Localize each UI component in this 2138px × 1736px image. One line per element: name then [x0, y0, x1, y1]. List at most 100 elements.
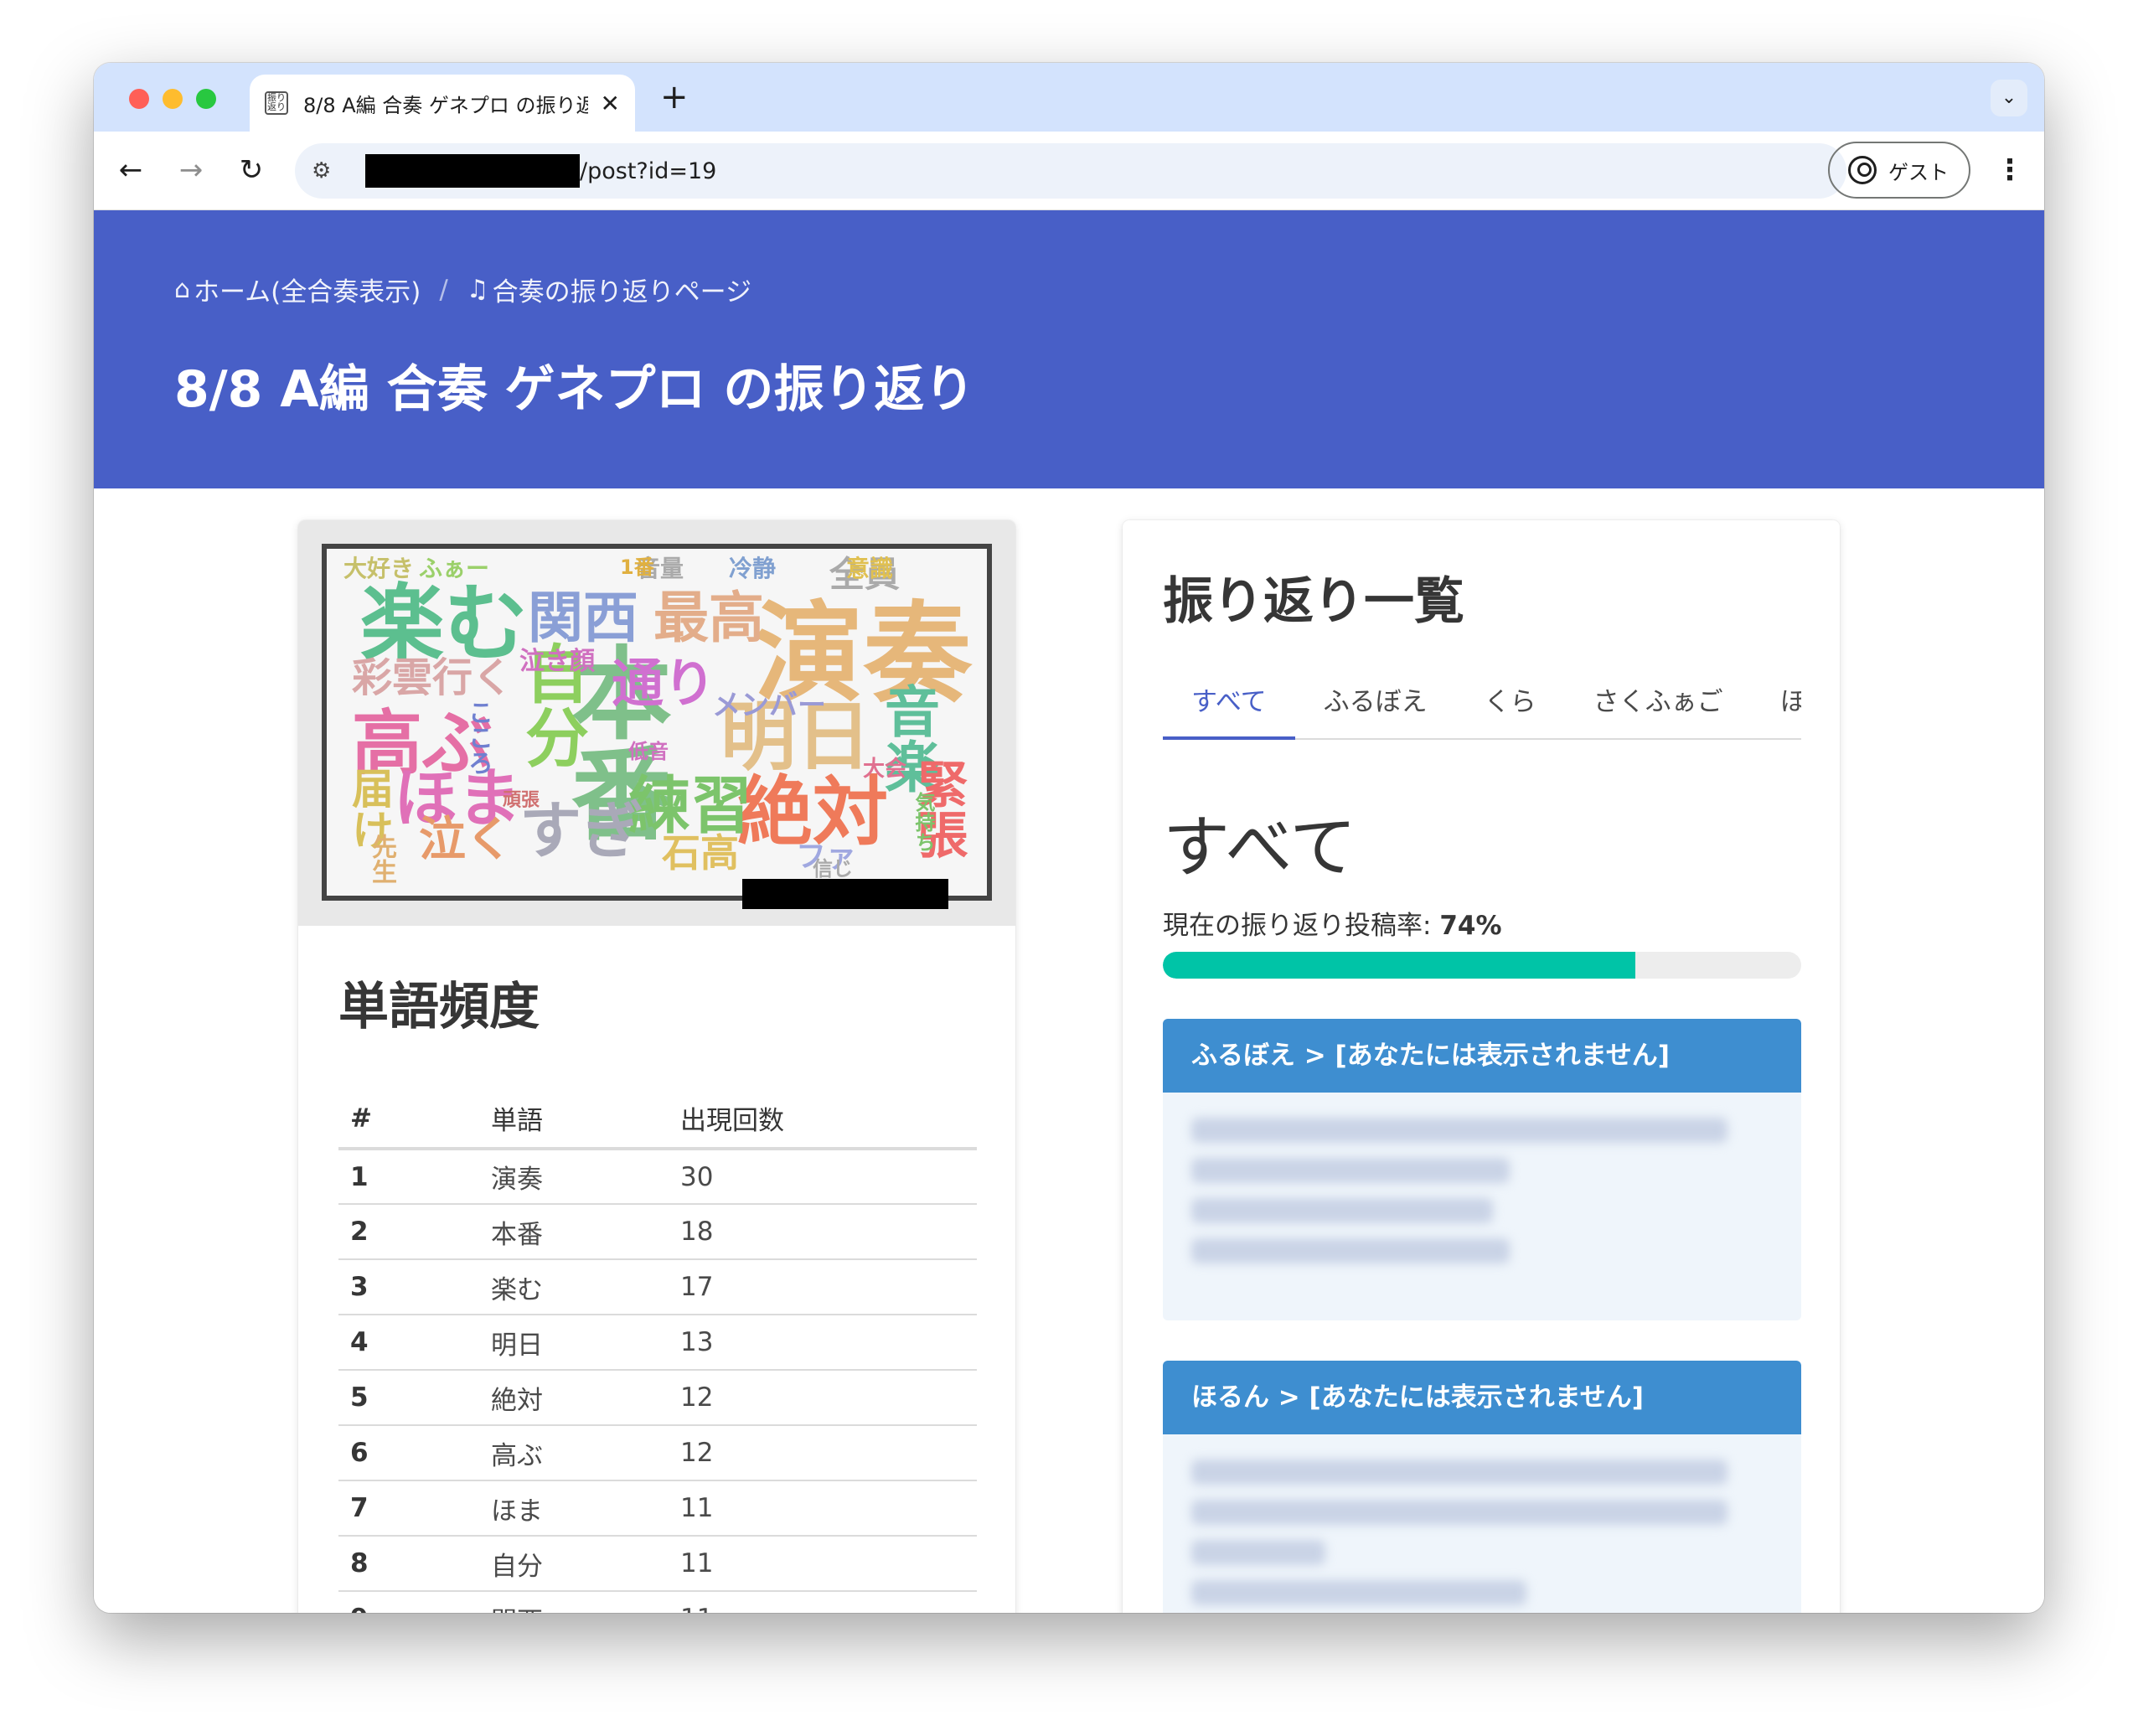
wordcloud-word: 泣く [419, 813, 513, 867]
table-header-row: # 単語 出現回数 [338, 1089, 977, 1150]
tab-close-icon[interactable]: ✕ [601, 90, 620, 117]
address-bar[interactable]: ⚙ /post?id=19 [295, 143, 1846, 199]
row-count: 11 [669, 1591, 977, 1613]
row-count: 30 [669, 1149, 977, 1205]
wordcloud-word: 1番 [620, 555, 654, 579]
profile-button[interactable]: ゲスト [1828, 142, 1970, 199]
row-rank: 8 [338, 1536, 479, 1592]
wordcloud-area: 演奏 本番 楽む 明日 絶対 高ぶ ほま 自分 関西 最高 音楽 練習 すぎ 通り 緊張 泣く 石高 彩雲行く 届け… [298, 520, 1015, 926]
row-word: 絶対 [479, 1370, 669, 1426]
blurred-text [1191, 1460, 1727, 1485]
reflections-card: 振り返り一覧 すべて ふるぼえ くら さくふぁご ほ すべて 現在の振り返り投稿… [1123, 520, 1840, 1613]
wordcloud-image: 演奏 本番 楽む 明日 絶対 高ぶ ほま 自分 関西 最高 音楽 練習 すぎ 通り 緊張 泣く 石高 彩雲行く 届け… [322, 544, 992, 901]
tab-strip: 振り返り 8/8 A編 合奏 ゲネプロ の振り返り ✕ + ⌄ [94, 63, 2044, 132]
table-row: 5 絶対 12 [338, 1370, 977, 1426]
minimize-window-button[interactable] [163, 89, 183, 109]
wordcloud-word: 低音 [628, 740, 669, 763]
site-settings-icon[interactable]: ⚙ [312, 158, 345, 183]
blurred-text [1191, 1118, 1727, 1143]
music-note-icon: ♫ [466, 275, 489, 304]
breadcrumb-current[interactable]: ♫ 合奏の振り返りページ [467, 271, 751, 308]
column-header-word: 単語 [479, 1089, 669, 1150]
url-path: /post?id=19 [580, 158, 717, 184]
tab-sakufago[interactable]: さくふぁご [1565, 680, 1752, 738]
row-rank: 6 [338, 1425, 479, 1481]
breadcrumb-separator: / [439, 274, 448, 305]
row-count: 12 [669, 1425, 977, 1481]
word-frequency-card: 演奏 本番 楽む 明日 絶対 高ぶ ほま 自分 関西 最高 音楽 練習 すぎ 通り 緊張 泣く 石高 彩雲行く 届け… [298, 520, 1015, 1613]
maximize-window-button[interactable] [196, 89, 216, 109]
breadcrumb: ⌂ ホーム(全合奏表示) / ♫ 合奏の振り返りページ [174, 271, 2044, 308]
tab-title: 8/8 A編 合奏 ゲネプロ の振り返り [303, 93, 588, 117]
row-count: 11 [669, 1536, 977, 1592]
wordcloud-word: 石高 [662, 830, 739, 876]
back-arrow-icon[interactable]: ← [111, 150, 151, 190]
blurred-text [1191, 1158, 1510, 1183]
progress-fill [1163, 952, 1635, 979]
favicon-icon: 振り返り [265, 91, 288, 115]
wordcloud-word: 練習 [628, 770, 752, 842]
reflection-post-body-blurred [1163, 1434, 1801, 1613]
reload-icon[interactable]: ↻ [231, 150, 271, 190]
kebab-menu-icon[interactable]: ⋮ [1996, 150, 2024, 190]
reflection-post-header: ほるん > [あなたには表示されません] [1163, 1361, 1801, 1434]
row-word: 本番 [479, 1204, 669, 1260]
word-frequency-title: 単語頻度 [338, 978, 540, 1036]
breadcrumb-current-label: 合奏の振り返りページ [492, 277, 752, 307]
reflection-post: ふるぼえ > [あなたには表示されません] [1163, 1019, 1801, 1320]
wordcloud-word: ふぁー [419, 555, 490, 582]
row-count: 11 [669, 1480, 977, 1537]
tab-all[interactable]: すべて [1163, 680, 1295, 740]
wordcloud-word: 冷静 [729, 555, 777, 582]
tab-furuboe[interactable]: ふるぼえ [1295, 680, 1456, 738]
row-word: 高ぶ [479, 1425, 669, 1481]
row-word: 関西 [479, 1591, 669, 1613]
row-rank: 5 [338, 1370, 479, 1426]
forward-arrow-icon[interactable]: → [171, 150, 211, 190]
submission-rate-label: 現在の振り返り投稿率: [1163, 911, 1440, 941]
breadcrumb-home-label: ホーム(全合奏表示) [194, 277, 421, 307]
tab-kura[interactable]: くら [1456, 680, 1565, 738]
breadcrumb-home[interactable]: ⌂ ホーム(全合奏表示) [174, 271, 421, 308]
browser-window: 振り返り 8/8 A編 合奏 ゲネプロ の振り返り ✕ + ⌄ ← → ↻ ⚙ … [94, 63, 2044, 1613]
browser-tab-active[interactable]: 振り返り 8/8 A編 合奏 ゲネプロ の振り返り ✕ [250, 75, 635, 132]
tab-search-chevron-icon[interactable]: ⌄ [1991, 80, 2027, 116]
row-count: 18 [669, 1204, 977, 1260]
page-content: ⌂ ホーム(全合奏表示) / ♫ 合奏の振り返りページ 8/8 A編 合奏 ゲネ… [94, 210, 2044, 1613]
close-window-button[interactable] [129, 89, 149, 109]
row-count: 12 [669, 1370, 977, 1426]
redacted-overlay [742, 879, 948, 909]
wordcloud-word: 頑張 [503, 790, 540, 811]
wordcloud-word: 関西 [528, 586, 638, 650]
table-row: 7 ほま 11 [338, 1480, 977, 1537]
submission-rate: 現在の振り返り投稿率: 74% [1163, 904, 1800, 942]
section-heading: すべて [1163, 809, 1357, 886]
wordcloud-word: こころ [463, 700, 493, 775]
wordcloud-word: 大会 [863, 757, 907, 782]
reflection-post: ほるん > [あなたには表示されません] [1163, 1361, 1801, 1613]
wordcloud-word: 気持ち [911, 792, 935, 852]
new-tab-button[interactable]: + [660, 78, 689, 116]
row-count: 17 [669, 1259, 977, 1315]
wordcloud-word: 最高 [653, 586, 764, 650]
table-row: 3 楽む 17 [338, 1259, 977, 1315]
reflections-title: 振り返り一覧 [1163, 572, 1464, 631]
row-word: 演奏 [479, 1149, 669, 1205]
wordcloud-word: 信じ [813, 857, 853, 881]
blurred-text [1191, 1198, 1493, 1223]
profile-label: ゲスト [1888, 160, 1949, 184]
column-header-count: 出現回数 [669, 1089, 977, 1150]
hero-banner: ⌂ ホーム(全合奏表示) / ♫ 合奏の振り返りページ 8/8 A編 合奏 ゲネ… [94, 210, 2044, 488]
table-row: 6 高ぶ 12 [338, 1425, 977, 1481]
row-rank: 9 [338, 1591, 479, 1613]
page-title: 8/8 A編 合奏 ゲネプロ の振り返り [174, 360, 975, 419]
blurred-text [1191, 1238, 1510, 1263]
wordcloud-word: 泣き顔 [519, 647, 595, 676]
table-row: 4 明日 13 [338, 1315, 977, 1371]
reflection-post-body-blurred [1163, 1093, 1801, 1320]
tab-ho[interactable]: ほ [1752, 680, 1801, 738]
column-header-rank: # [338, 1089, 479, 1150]
blurred-text [1191, 1540, 1325, 1565]
redacted-host [365, 154, 580, 188]
blurred-text [1191, 1500, 1727, 1525]
